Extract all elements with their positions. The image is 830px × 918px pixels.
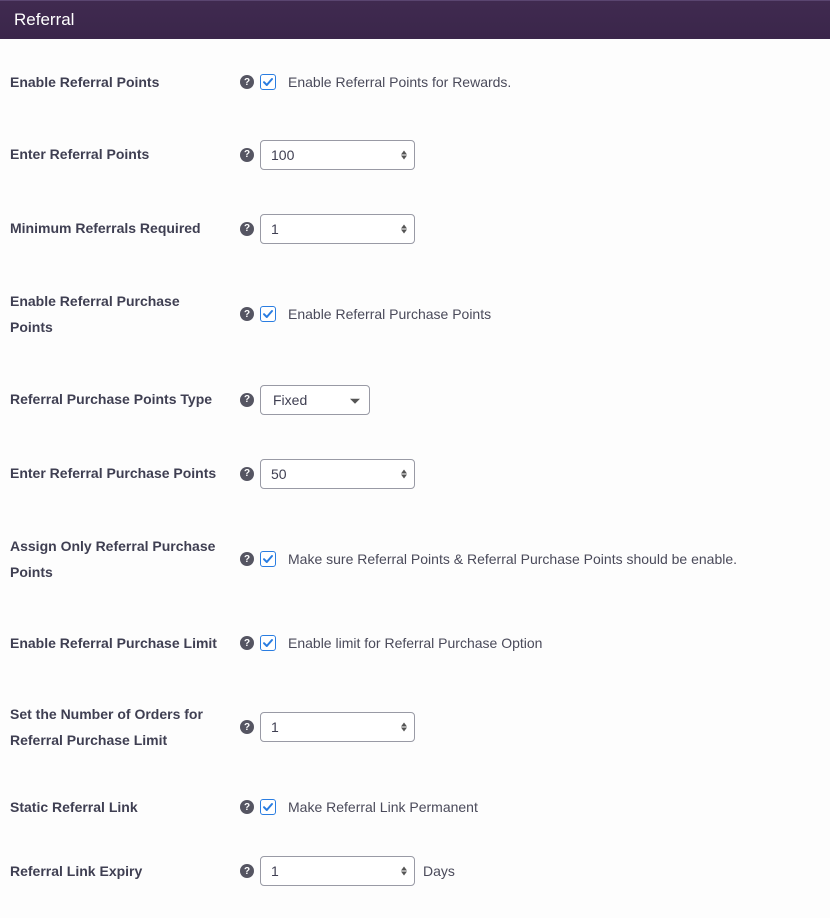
help-icon[interactable]: ? — [240, 467, 254, 481]
help-icon[interactable]: ? — [240, 636, 254, 650]
input-link-expiry[interactable] — [260, 856, 415, 886]
label-orders-limit: Set the Number of Orders for Referral Pu… — [10, 701, 240, 754]
label-link-expiry: Referral Link Expiry — [10, 858, 240, 885]
row-static-link: Static Referral Link ? Make Referral Lin… — [0, 776, 830, 839]
row-enter-referral-points: Enter Referral Points ? — [0, 118, 830, 192]
section-title: Referral — [14, 10, 74, 29]
help-icon[interactable]: ? — [240, 307, 254, 321]
desc-enable-referral-purchase: Enable Referral Purchase Points — [288, 306, 491, 322]
row-enable-referral-points: Enable Referral Points ? Enable Referral… — [0, 47, 830, 118]
help-icon[interactable]: ? — [240, 393, 254, 407]
help-icon[interactable]: ? — [240, 148, 254, 162]
label-enable-referral-purchase: Enable Referral Purchase Points — [10, 288, 240, 341]
row-enter-purchase-points: Enter Referral Purchase Points ? — [0, 437, 830, 511]
label-enable-referral-points: Enable Referral Points — [10, 69, 240, 96]
label-assign-only: Assign Only Referral Purchase Points — [10, 533, 240, 586]
help-icon[interactable]: ? — [240, 75, 254, 89]
row-purchase-points-type: Referral Purchase Points Type ? Fixed — [0, 363, 830, 437]
input-orders-limit[interactable] — [260, 712, 415, 742]
row-enable-limit: Enable Referral Purchase Limit ? Enable … — [0, 608, 830, 679]
desc-enable-limit: Enable limit for Referral Purchase Optio… — [288, 635, 542, 651]
desc-enable-referral-points: Enable Referral Points for Rewards. — [288, 74, 511, 90]
help-icon[interactable]: ? — [240, 720, 254, 734]
input-referral-points[interactable] — [260, 140, 415, 170]
row-enable-referral-purchase: Enable Referral Purchase Points ? Enable… — [0, 266, 830, 363]
input-min-referrals[interactable] — [260, 214, 415, 244]
label-purchase-points-type: Referral Purchase Points Type — [10, 386, 240, 413]
row-link-expiry: Referral Link Expiry ? Days — [0, 838, 830, 904]
section-header: Referral — [0, 0, 830, 39]
desc-static-link: Make Referral Link Permanent — [288, 799, 478, 815]
help-icon[interactable]: ? — [240, 864, 254, 878]
checkbox-enable-limit[interactable] — [260, 635, 276, 651]
row-assign-only: Assign Only Referral Purchase Points ? M… — [0, 511, 830, 608]
label-min-referrals: Minimum Referrals Required — [10, 215, 240, 242]
checkbox-static-link[interactable] — [260, 799, 276, 815]
label-static-link: Static Referral Link — [10, 794, 240, 821]
desc-assign-only: Make sure Referral Points & Referral Pur… — [288, 551, 737, 567]
checkbox-assign-only[interactable] — [260, 551, 276, 567]
unit-link-expiry: Days — [423, 863, 455, 879]
row-orders-limit: Set the Number of Orders for Referral Pu… — [0, 679, 830, 776]
help-icon[interactable]: ? — [240, 222, 254, 236]
label-enable-limit: Enable Referral Purchase Limit — [10, 630, 240, 657]
help-icon[interactable]: ? — [240, 800, 254, 814]
input-purchase-points[interactable] — [260, 459, 415, 489]
label-enter-purchase-points: Enter Referral Purchase Points — [10, 460, 240, 487]
referral-form: Enable Referral Points ? Enable Referral… — [0, 39, 830, 904]
row-min-referrals: Minimum Referrals Required ? — [0, 192, 830, 266]
select-purchase-points-type[interactable]: Fixed — [260, 385, 370, 415]
help-icon[interactable]: ? — [240, 552, 254, 566]
checkbox-enable-referral-purchase[interactable] — [260, 306, 276, 322]
label-enter-referral-points: Enter Referral Points — [10, 141, 240, 168]
checkbox-enable-referral-points[interactable] — [260, 74, 276, 90]
